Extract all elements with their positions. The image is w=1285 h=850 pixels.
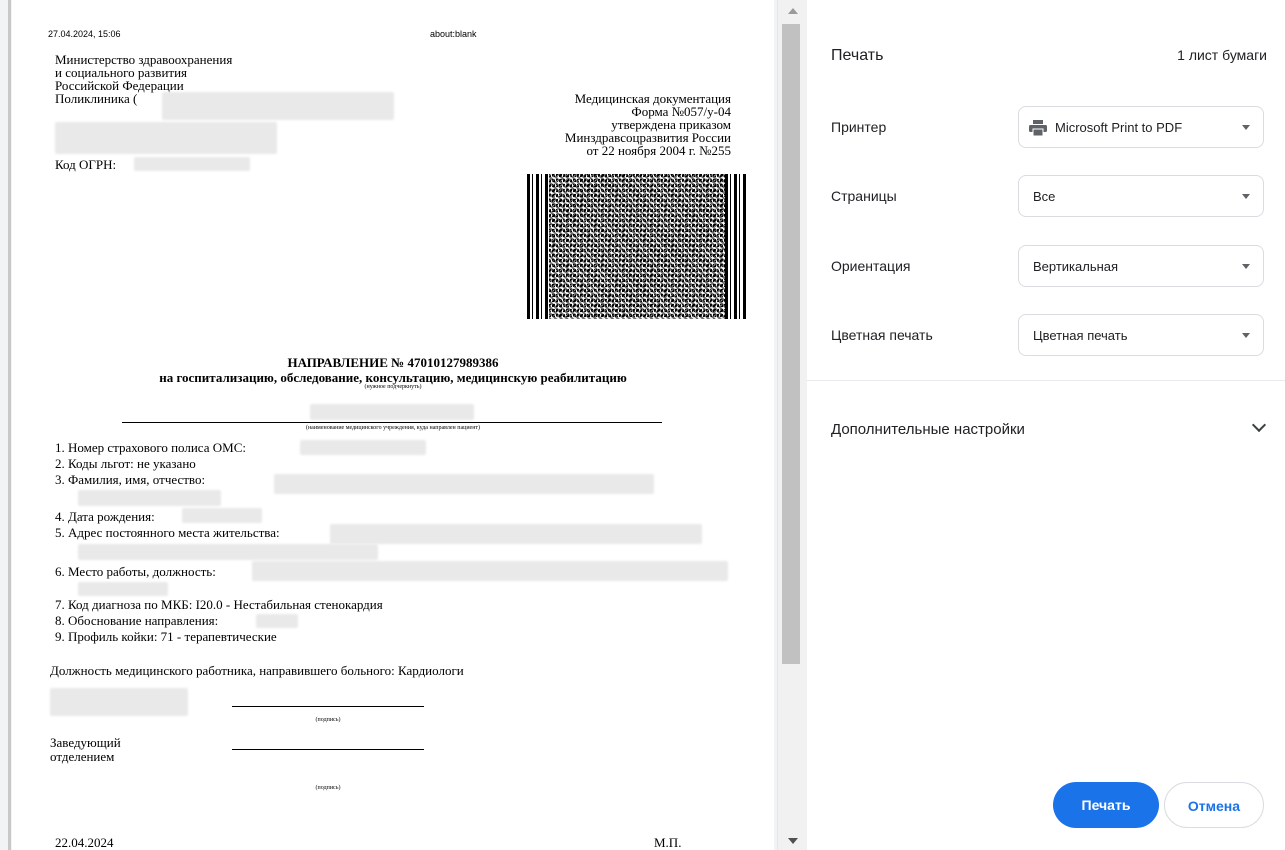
redacted-institution [310, 404, 474, 420]
position-line: Должность медицинского работника, направ… [50, 663, 464, 678]
redacted-workplace-2 [78, 582, 168, 596]
item-6: 6. Место работы, должность: [55, 564, 216, 579]
preview-page: 27.04.2024, 15:06 about:blank Министерст… [12, 0, 774, 850]
scroll-thumb[interactable] [782, 24, 800, 664]
stamp-label: М.П. [654, 835, 682, 850]
head-label-2: отделением [50, 749, 115, 764]
redacted-name-2 [78, 490, 221, 506]
referral-title: НАПРАВЛЕНИЕ № 47010127989386 [287, 355, 499, 370]
chevron-down-icon[interactable] [1251, 417, 1267, 433]
redacted-workplace [252, 561, 728, 581]
print-settings-panel: Печать 1 лист бумаги Принтер Microsoft P… [807, 0, 1285, 850]
signature-hint-2: (подпись) [315, 785, 341, 791]
item-8: 8. Обоснование направления: [55, 613, 219, 628]
panel-title: Печать [831, 47, 884, 64]
page-timestamp: 27.04.2024, 15:06 [48, 29, 121, 39]
scroll-up-icon[interactable] [788, 8, 798, 14]
scroll-down-icon[interactable] [788, 838, 798, 844]
institution-line [122, 422, 662, 423]
color-label: Цветная печать [831, 327, 933, 343]
orientation-select[interactable]: Вертикальная [1018, 245, 1264, 287]
printer-value: Microsoft Print to PDF [1055, 120, 1183, 135]
item-5: 5. Адрес постоянного места жительства: [55, 525, 280, 540]
chevron-down-icon [1242, 264, 1250, 269]
document-date: 22.04.2024 [55, 835, 114, 850]
panel-divider [807, 380, 1285, 381]
printer-label: Принтер [831, 119, 887, 135]
item-4: 4. Дата рождения: [55, 509, 155, 524]
sheet-count: 1 лист бумаги [1177, 47, 1267, 63]
pages-select[interactable]: Все [1018, 175, 1264, 217]
orientation-value: Вертикальная [1033, 259, 1119, 274]
orientation-label: Ориентация [831, 258, 911, 274]
org-line-4: Поликлиника ( [55, 91, 138, 106]
pages-value: Все [1033, 189, 1056, 204]
redacted-doctor [50, 688, 188, 716]
ogrn-label: Код ОГРН: [55, 157, 117, 172]
item-7: 7. Код диагноза по МКБ: I20.0 - Нестабил… [55, 597, 383, 612]
printer-select[interactable]: Microsoft Print to PDF [1018, 106, 1264, 148]
redacted-name [274, 474, 654, 494]
signature-hint-1: (подпись) [315, 717, 341, 723]
hint-underline: (нужное подчеркнуть) [364, 384, 422, 390]
page-url: about:blank [430, 29, 477, 39]
item-9: 9. Профиль койки: 71 - терапевтические [55, 629, 277, 644]
color-value: Цветная печать [1033, 328, 1128, 343]
signature-line-2 [232, 749, 424, 750]
signature-line-1 [232, 706, 424, 707]
preview-scrollbar[interactable] [777, 0, 807, 850]
redacted-reason [256, 614, 298, 628]
printer-icon [1029, 120, 1047, 136]
chevron-down-icon [1242, 333, 1250, 338]
print-preview: 27.04.2024, 15:06 about:blank Министерст… [0, 0, 807, 850]
color-select[interactable]: Цветная печать [1018, 314, 1264, 356]
redacted-birthdate [182, 508, 262, 523]
item-2: 2. Коды льгот: не указано [55, 456, 196, 471]
redacted-clinic-name-2 [55, 122, 277, 154]
redacted-policy [300, 440, 426, 455]
pdf417-barcode [527, 174, 747, 319]
preview-edge [8, 0, 11, 850]
chevron-down-icon [1242, 194, 1250, 199]
form-line-5: от 22 ноября 2004 г. №255 [586, 143, 731, 158]
pages-label: Страницы [831, 188, 897, 204]
item-1: 1. Номер страхового полиса ОМС: [55, 440, 246, 455]
redacted-address-2 [78, 544, 378, 560]
chevron-down-icon [1242, 125, 1250, 130]
cancel-button[interactable]: Отмена [1164, 782, 1264, 828]
print-button[interactable]: Печать [1053, 782, 1159, 828]
head-label-1: Заведующий [50, 735, 121, 750]
hint-institution: (наименование медицинского учреждения, к… [305, 425, 481, 431]
redacted-clinic-name [162, 92, 394, 120]
redacted-address [330, 524, 702, 544]
item-3: 3. Фамилия, имя, отчество: [55, 472, 206, 487]
more-settings-toggle[interactable]: Дополнительные настройки [831, 421, 1025, 438]
redacted-ogrn [134, 157, 250, 171]
